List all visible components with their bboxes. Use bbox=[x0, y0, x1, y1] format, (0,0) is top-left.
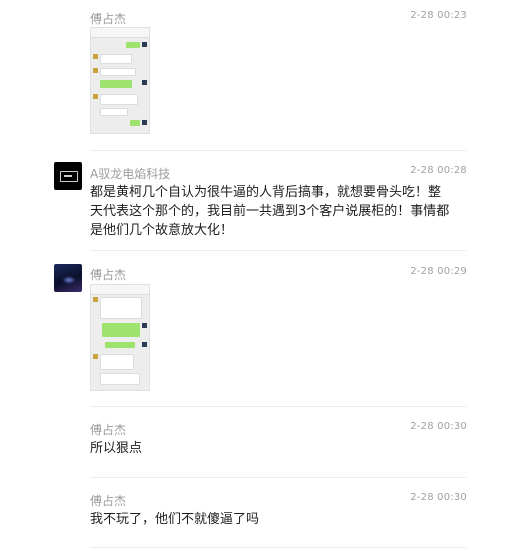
chat-screenshot-image[interactable] bbox=[90, 284, 150, 391]
divider bbox=[90, 406, 466, 407]
thumb-avatar bbox=[93, 94, 98, 99]
thumb-avatar bbox=[142, 42, 147, 47]
message-text: 都是黄柯几个自认为很牛逼的人背后搞事，就想要骨头吃！整天代表这个那个的，我目前一… bbox=[90, 185, 450, 238]
night-sky-avatar-icon bbox=[62, 276, 76, 284]
sender-name: 傅占杰 bbox=[90, 268, 127, 282]
chat-screenshot-image[interactable] bbox=[90, 27, 150, 134]
message-text: 我不玩了，他们不就傻逼了吗 bbox=[90, 512, 260, 527]
thumb-bubble bbox=[100, 54, 132, 64]
thumb-avatar bbox=[93, 354, 98, 359]
thumb-avatar bbox=[142, 323, 147, 328]
thumb-bubble bbox=[100, 94, 138, 105]
thumb-avatar bbox=[93, 297, 98, 302]
divider bbox=[90, 477, 466, 478]
thumb-bubble bbox=[100, 108, 128, 116]
thumb-bubble bbox=[105, 342, 135, 348]
thumb-avatar bbox=[93, 54, 98, 59]
avatar[interactable] bbox=[54, 264, 82, 292]
timestamp: 2-28 00:28 bbox=[410, 165, 467, 176]
divider bbox=[90, 250, 466, 251]
sender-name: A驭龙电焰科技 bbox=[90, 167, 171, 181]
thumb-bubble bbox=[100, 354, 134, 370]
avatar[interactable] bbox=[54, 162, 82, 190]
thumb-bubble bbox=[100, 373, 140, 385]
thumb-avatar bbox=[142, 80, 147, 85]
company-logo-icon bbox=[60, 171, 78, 182]
thumb-avatar bbox=[93, 68, 98, 73]
divider bbox=[90, 547, 466, 548]
thumb-titlebar bbox=[91, 285, 149, 295]
thumb-bubble bbox=[126, 42, 140, 48]
thumb-titlebar bbox=[91, 28, 149, 38]
thumb-avatar bbox=[142, 342, 147, 347]
timestamp: 2-28 00:29 bbox=[410, 266, 467, 277]
divider bbox=[90, 150, 466, 151]
thumb-bubble bbox=[100, 297, 142, 319]
sender-name: 傅占杰 bbox=[90, 12, 127, 26]
thumb-bubble bbox=[100, 68, 136, 76]
thumb-bubble bbox=[100, 80, 132, 88]
sender-name: 傅占杰 bbox=[90, 494, 127, 508]
thumb-avatar bbox=[142, 120, 147, 125]
sender-name: 傅占杰 bbox=[90, 423, 127, 437]
message-text: 所以狠点 bbox=[90, 441, 143, 456]
timestamp: 2-28 00:30 bbox=[410, 492, 467, 503]
thumb-bubble bbox=[102, 323, 140, 337]
thumb-bubble bbox=[130, 120, 140, 126]
timestamp: 2-28 00:23 bbox=[410, 10, 467, 21]
timestamp: 2-28 00:30 bbox=[410, 421, 467, 432]
